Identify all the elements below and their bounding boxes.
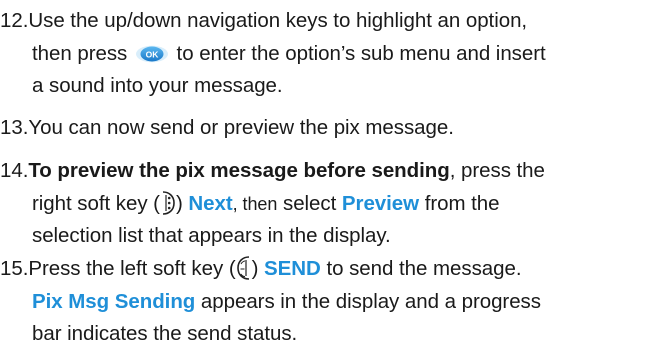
step-bold-heading: To preview the pix message before sendin…: [28, 159, 450, 182]
step-13: 13.You can now send or preview the pix m…: [0, 112, 640, 145]
step-text: appears in the display and a progress: [195, 289, 541, 313]
step-12: 12.Use the up/down navigation keys to hi…: [0, 5, 640, 103]
step-text: bar indicates the send status.: [32, 322, 298, 345]
step-15: 15.Press the left soft key ( ) SEND to s…: [0, 253, 640, 351]
step-number: 14.: [0, 159, 29, 182]
status-message: Pix Msg Sending: [32, 289, 196, 313]
step-text: Press the left soft key (: [28, 257, 236, 280]
step-text: to send the message.: [320, 257, 522, 280]
step-text: Use the up/down navigation keys to highl…: [28, 9, 528, 32]
step-text: ): [251, 257, 265, 280]
manual-page: 12.Use the up/down navigation keys to hi…: [0, 0, 649, 351]
step-text: then press: [32, 41, 128, 65]
step-number: 13.: [0, 116, 29, 139]
step-text: , then: [232, 193, 278, 214]
step-text: right soft key (: [32, 191, 160, 215]
send-command: SEND: [264, 257, 321, 280]
step-text: ): [175, 191, 189, 215]
step-text: selection list that appears in the displ…: [32, 224, 391, 247]
step-14: 14.To preview the pix message before sen…: [0, 155, 640, 253]
step-number: 12.: [0, 9, 29, 32]
step-text: a sound into your message.: [32, 74, 283, 97]
step-text: to enter the option’s sub menu and inser…: [176, 41, 546, 65]
next-command: Next: [188, 191, 233, 215]
preview-command: Preview: [341, 191, 420, 215]
step-text: select: [277, 191, 342, 215]
step-text: , press the: [449, 159, 545, 182]
right-soft-key-icon: [160, 190, 176, 216]
ok-key-icon: OK: [135, 41, 169, 62]
step-text: from the: [419, 191, 500, 215]
step-number: 15.: [0, 257, 29, 280]
step-text: You can now send or preview the pix mess…: [28, 116, 454, 139]
ok-key-label: OK: [146, 49, 160, 59]
left-soft-key-icon: [236, 255, 252, 281]
